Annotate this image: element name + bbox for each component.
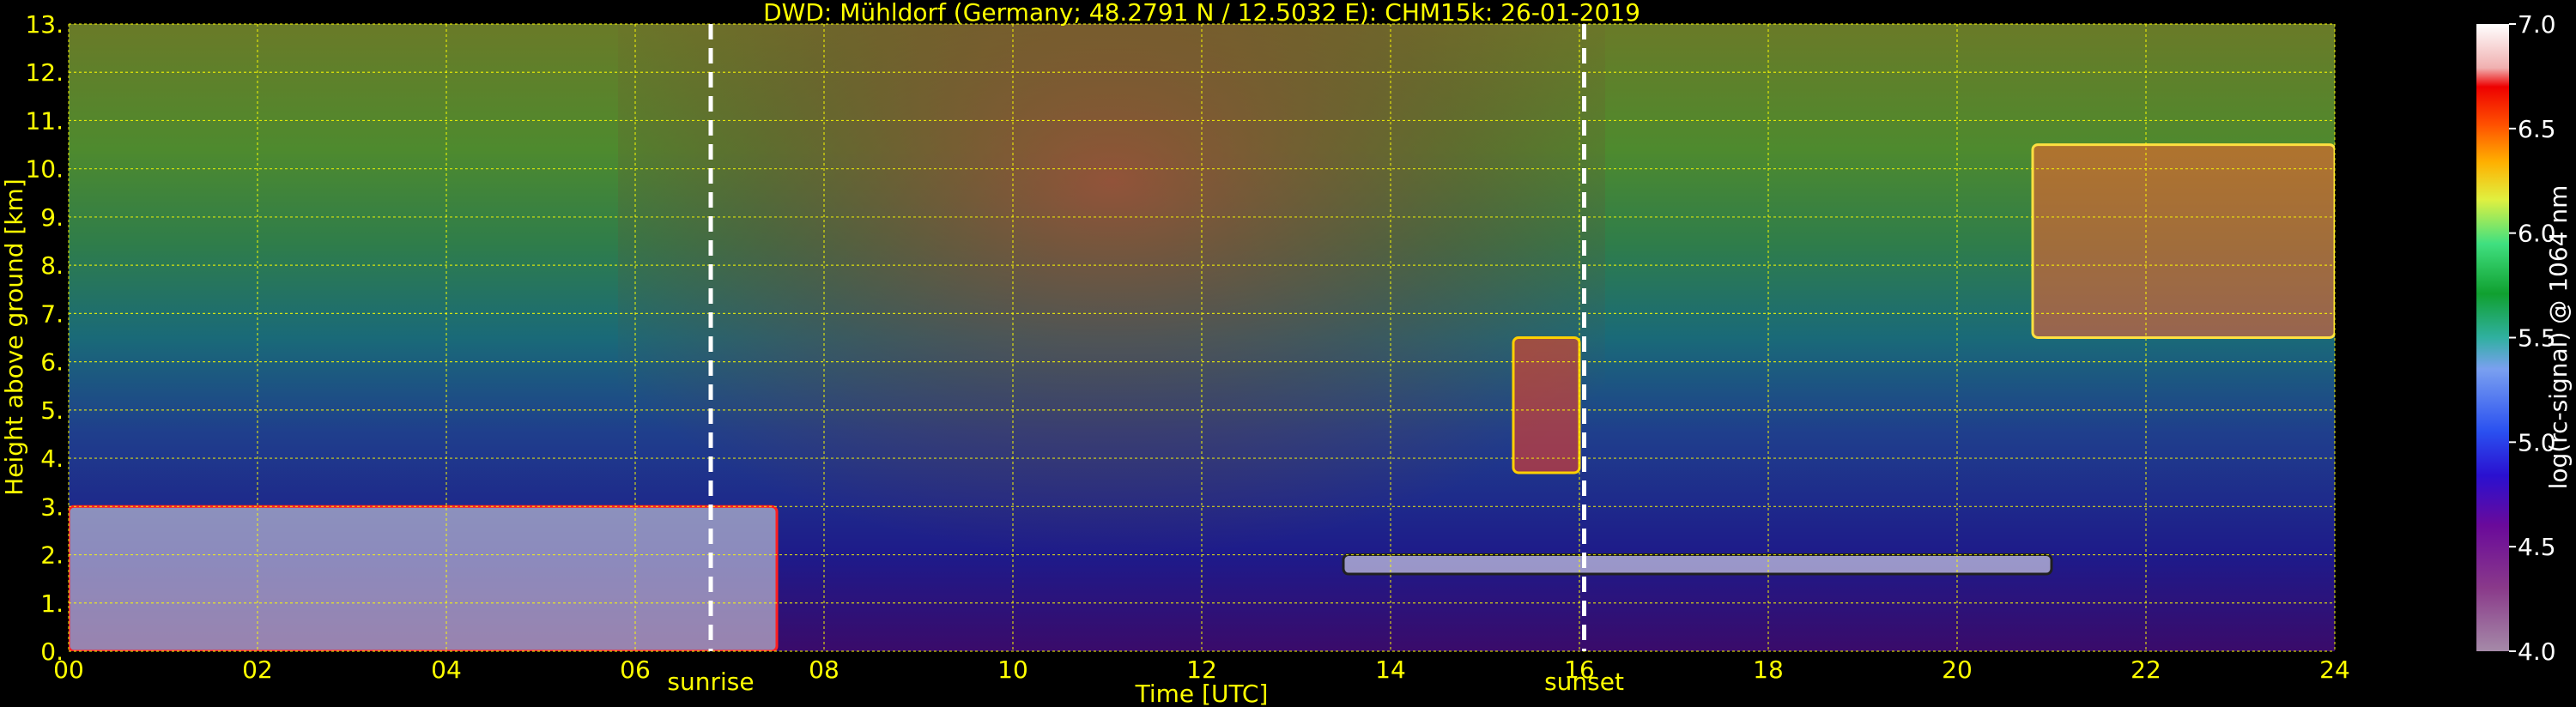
ceilometer-chart: 00 02 04 06 08 10 12 14 16 18 20 22 240.1.2.3.4.5.6.… xyxy=(0,0,2573,707)
colorbar: 4.04.55.05.56.06.57.0 log(rc-signal) @ 1… xyxy=(2476,10,2573,666)
y-tick-label: 12. xyxy=(25,58,64,87)
y-tick-label: 6. xyxy=(40,348,64,377)
y-tick-label: 4. xyxy=(40,444,64,473)
y-tick-label: 1. xyxy=(40,589,64,618)
y-tick-label: 7. xyxy=(40,299,64,328)
colorbar-tick-label: 4.5 xyxy=(2518,533,2556,561)
feature-low-cloud-layer xyxy=(1342,553,2053,576)
colorbar-tick-label: 4.0 xyxy=(2518,638,2556,666)
x-tick-label: 20 xyxy=(1942,656,1973,684)
x-tick-label: 02 xyxy=(242,656,273,684)
y-tick-label: 9. xyxy=(40,203,64,232)
y-tick-label: 5. xyxy=(40,396,64,425)
sunrise-label: sunrise xyxy=(667,668,754,696)
x-tick-label: 04 xyxy=(431,656,462,684)
sunset-label: sunset xyxy=(1544,668,1624,696)
y-tick-label: 2. xyxy=(40,541,64,570)
y-axis-label: Height above ground [km] xyxy=(0,178,28,496)
colorbar-scale xyxy=(2476,24,2509,651)
y-tick-label: 10. xyxy=(25,155,64,184)
feature-boundary-layer-aerosol xyxy=(69,505,779,651)
y-tick-label: 11. xyxy=(25,106,64,135)
x-tick-label: 22 xyxy=(2131,656,2161,684)
x-tick-label: 24 xyxy=(2319,656,2350,684)
y-tick-label: 13. xyxy=(25,10,64,39)
colorbar-tick-label: 7.0 xyxy=(2518,10,2556,39)
colorbar-tick-label: 6.5 xyxy=(2518,115,2556,143)
x-axis-label: Time [UTC] xyxy=(1135,680,1269,707)
x-tick-label: 08 xyxy=(809,656,839,684)
x-tick-label: 18 xyxy=(1753,656,1784,684)
x-tick-label: 10 xyxy=(997,656,1028,684)
feature-high-cloud xyxy=(2031,143,2335,339)
plot-area xyxy=(68,23,2336,652)
colorbar-label: log(rc-signal) @ 1064 nm xyxy=(2544,185,2573,490)
chart-title: DWD: Mühldorf (Germany; 48.2791 N / 12.5… xyxy=(763,0,1640,27)
y-tick-label: 0. xyxy=(40,638,64,666)
x-tick-label: 06 xyxy=(620,656,651,684)
y-tick-label: 3. xyxy=(40,492,64,521)
x-tick-label: 14 xyxy=(1375,656,1406,684)
feature-cloud-patch xyxy=(1512,336,1581,474)
y-tick-label: 8. xyxy=(40,251,64,280)
